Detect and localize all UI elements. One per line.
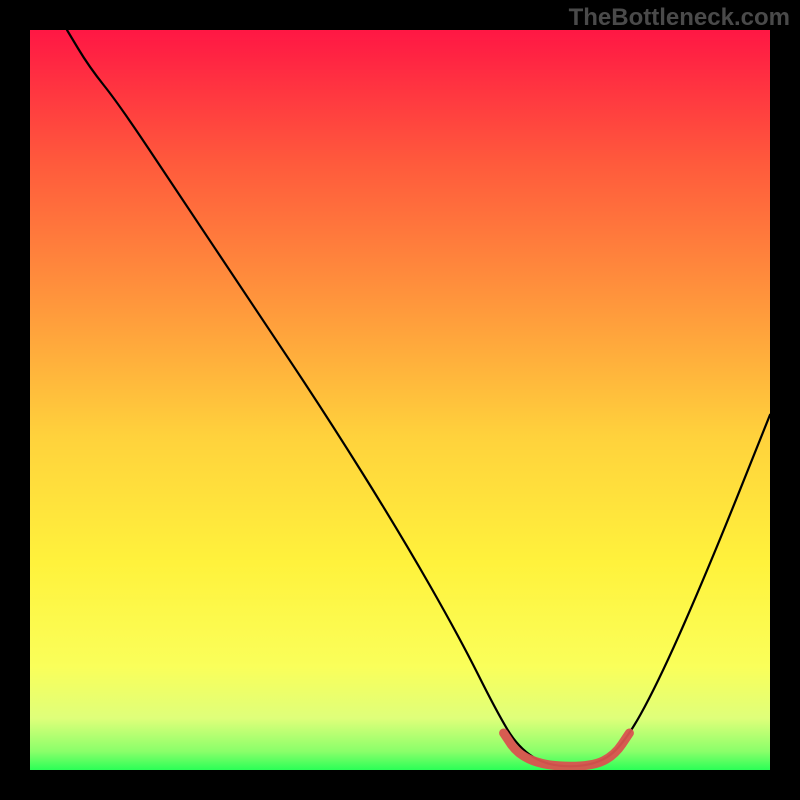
plot-area	[30, 30, 770, 770]
chart-svg	[30, 30, 770, 770]
watermark-text: TheBottleneck.com	[569, 4, 790, 32]
chart-frame: TheBottleneck.com	[0, 0, 800, 800]
